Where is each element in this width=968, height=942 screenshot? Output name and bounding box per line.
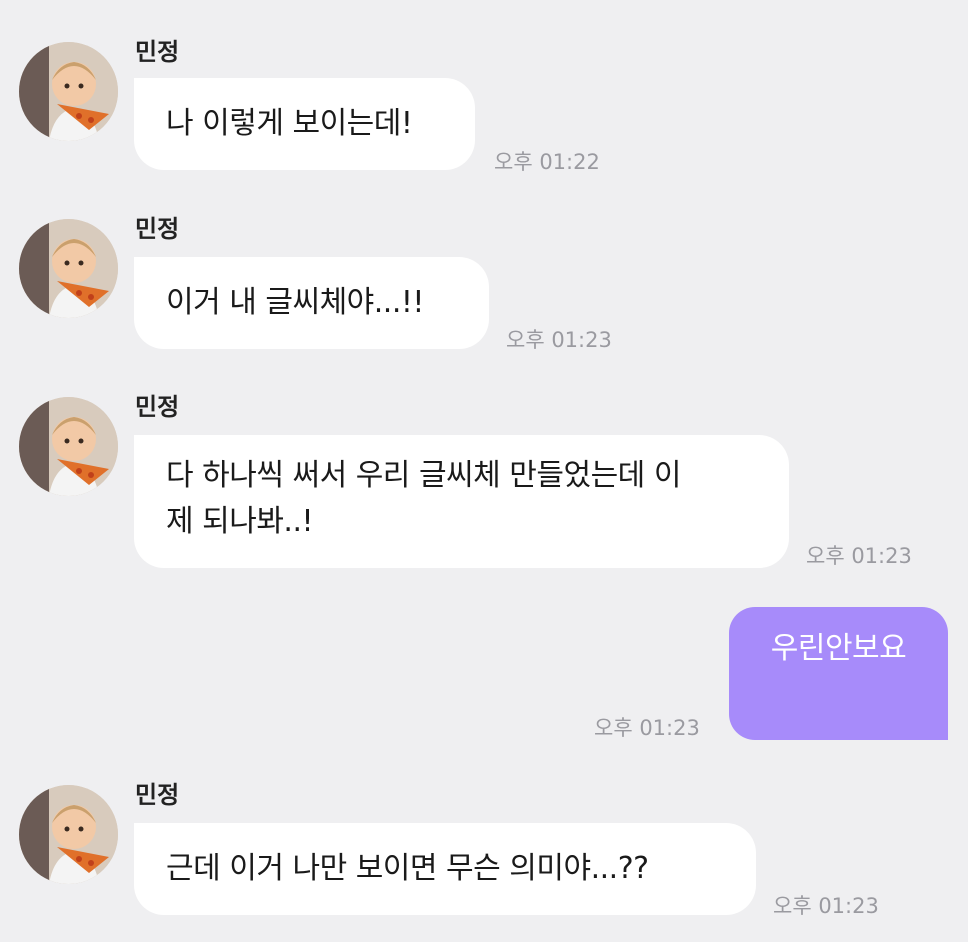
avatar-icon[interactable] [19, 219, 118, 318]
message-text-line: 다 하나씩 써서 우리 글씨체 만들었는데 이 [166, 458, 681, 493]
message-text: 근데 이거 나만 보이면 무슨 의미야...?? [166, 851, 649, 886]
message-bubble[interactable]: 나 이렇게 보이는데! [134, 78, 475, 170]
avatar-icon[interactable] [19, 42, 118, 141]
message-timestamp: 오후 01:23 [506, 328, 612, 352]
message-timestamp: 오후 01:22 [494, 150, 600, 174]
message-timestamp: 오후 01:23 [806, 544, 912, 568]
message-text: 나 이렇게 보이는데! [166, 106, 413, 141]
chat-message-list[interactable]: 민정 나 이렇게 보이는데! 오후 01:22 민정 이거 내 글씨체야...!… [0, 0, 968, 942]
message-bubble[interactable]: 다 하나씩 써서 우리 글씨체 만들었는데 이 제 되나봐..! [134, 435, 789, 568]
message-text: 이거 내 글씨체야...!! [166, 285, 424, 320]
message-text: 우린안보요 [770, 631, 907, 666]
message-bubble[interactable]: 이거 내 글씨체야...!! [134, 257, 489, 349]
message-timestamp: 오후 01:23 [773, 894, 879, 918]
avatar-icon[interactable] [19, 397, 118, 496]
outgoing-message-bubble[interactable]: 우린안보요 [729, 607, 948, 740]
message-timestamp: 오후 01:23 [594, 716, 700, 740]
avatar-icon[interactable] [19, 785, 118, 884]
sender-name: 민정 [135, 393, 180, 421]
message-bubble[interactable]: 근데 이거 나만 보이면 무슨 의미야...?? [134, 823, 756, 915]
message-text-line: 제 되나봐..! [166, 504, 314, 539]
sender-name: 민정 [135, 38, 180, 66]
sender-name: 민정 [135, 215, 180, 243]
sender-name: 민정 [135, 781, 180, 809]
